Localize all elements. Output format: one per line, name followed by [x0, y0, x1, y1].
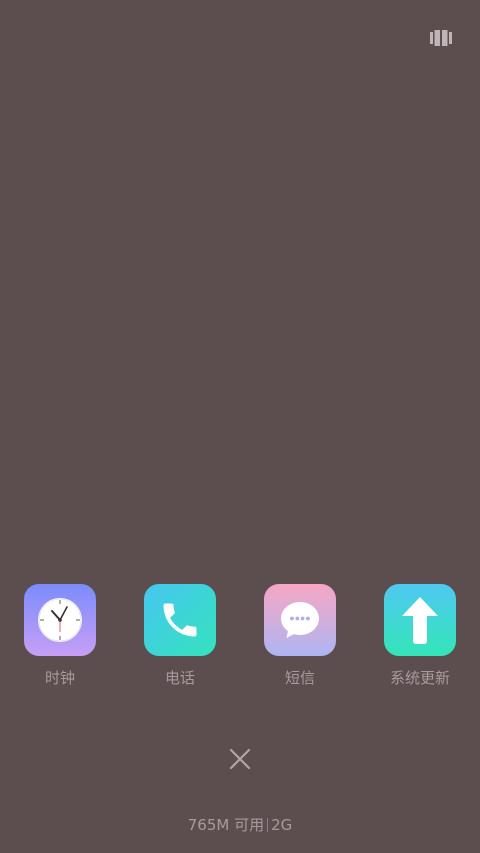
message-icon	[264, 584, 336, 656]
app-label-system-update: 系统更新	[389, 669, 450, 687]
app-label-phone: 电话	[164, 669, 195, 687]
memory-status: 765M 可用 2G	[0, 815, 480, 835]
memory-available: 765M 可用	[187, 816, 265, 834]
memory-total: 2G	[271, 816, 293, 834]
recent-apps-row: 时钟 电话 短信 系统更新	[0, 584, 480, 694]
arrow-up-icon	[384, 584, 456, 656]
memory-divider	[267, 818, 269, 832]
layout-toggle-button[interactable]	[429, 29, 453, 47]
clock-icon	[24, 584, 96, 656]
app-phone[interactable]: 电话	[120, 584, 240, 688]
app-messages[interactable]: 短信	[240, 584, 360, 688]
close-icon	[229, 748, 251, 770]
clear-all-button[interactable]	[226, 745, 254, 773]
phone-icon	[144, 584, 216, 656]
app-system-update[interactable]: 系统更新	[360, 584, 480, 688]
app-label-messages: 短信	[284, 669, 315, 687]
app-label-clock: 时钟	[44, 669, 75, 687]
app-clock[interactable]: 时钟	[0, 584, 120, 688]
grid-layout-icon	[430, 30, 452, 46]
